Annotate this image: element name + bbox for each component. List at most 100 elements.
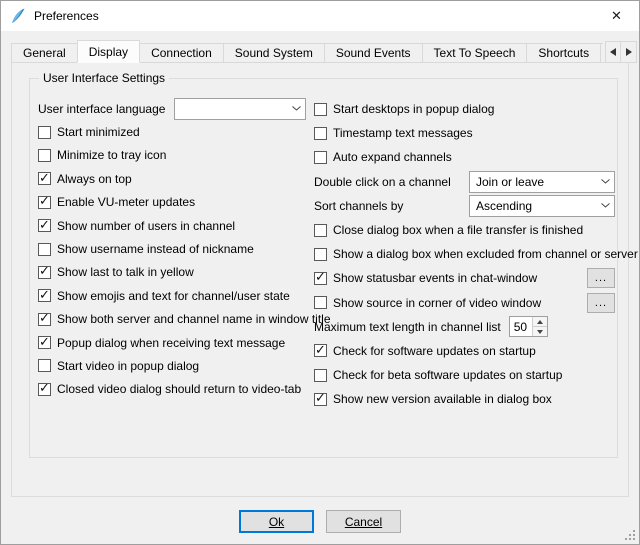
checkbox-label: Show source in corner of video window [333,296,541,310]
tab-label: Shortcuts [538,46,589,60]
checkbox-label: Always on top [57,172,132,186]
video-source-more-button[interactable]: ... [587,293,615,313]
checkbox-label: Show a dialog box when excluded from cha… [333,247,638,261]
arrow-down-icon [537,330,543,334]
tab-sound-events[interactable]: Sound Events [325,43,423,63]
tab-video[interactable]: Video [601,43,603,63]
checkbox-label: Show emojis and text for channel/user st… [57,289,290,303]
more-button-label: ... [595,297,607,309]
tab-scroll-right-button[interactable] [621,41,637,63]
max-text-length-spinner[interactable]: 50 [509,316,548,337]
tab-sound-system[interactable]: Sound System [224,43,325,63]
checkbox-box [38,196,51,209]
spin-up-button[interactable] [533,317,547,327]
statusbar-events-more-button[interactable]: ... [587,268,615,288]
checkbox-auto-expand-channels[interactable]: Auto expand channels [314,145,615,169]
checkbox-label: Closed video dialog should return to vid… [57,382,301,396]
chevron-down-icon [287,106,305,111]
checkbox-box [38,126,51,139]
tab-label: Connection [151,46,212,60]
checkbox-box [38,219,51,232]
close-button[interactable]: ✕ [594,1,639,31]
group-title: User Interface Settings [39,71,169,85]
tab-label: Display [89,45,128,59]
dialog-buttons: Ok Cancel [1,510,639,533]
checkbox-box [38,149,51,162]
tab-scroll-left-button[interactable] [605,41,621,63]
cancel-button[interactable]: Cancel [326,510,401,533]
checkbox-close-on-file-transfer[interactable]: Close dialog box when a file transfer is… [314,218,615,242]
sort-channels-value: Ascending [476,199,596,213]
checkbox-box [314,344,327,357]
tab-label: Text To Speech [434,46,516,60]
checkbox-always-on-top[interactable]: Always on top [38,167,306,190]
tab-text-to-speech[interactable]: Text To Speech [423,43,528,63]
checkbox-closed-video-return-tab[interactable]: Closed video dialog should return to vid… [38,378,306,401]
checkbox-box [314,393,327,406]
tab-bar: General Display Connection Sound System … [11,40,603,63]
checkbox-check-updates-startup[interactable]: Check for software updates on startup [314,339,615,363]
double-click-row: Double click on a channel Join or leave [314,170,615,194]
checkbox-box [38,289,51,302]
checkbox-box [314,127,327,140]
double-click-value: Join or leave [476,175,596,189]
tab-general[interactable]: General [11,43,78,63]
checkbox-video-source-corner[interactable]: Show source in corner of video window [314,296,541,310]
right-column: Start desktops in popup dialog Timestamp… [314,97,615,411]
resize-grip[interactable] [624,529,637,542]
double-click-combobox[interactable]: Join or leave [469,171,615,193]
checkbox-emojis-and-text[interactable]: Show emojis and text for channel/user st… [38,284,306,307]
chevron-down-icon [596,203,614,208]
titlebar: Preferences ✕ [1,1,639,31]
checkbox-label: Auto expand channels [333,150,452,164]
checkbox-start-minimized[interactable]: Start minimized [38,120,306,143]
checkbox-box [314,248,327,261]
checkbox-label: Start minimized [57,125,140,139]
max-text-length-value: 50 [510,317,532,336]
tab-shortcuts[interactable]: Shortcuts [527,43,601,63]
sort-channels-combobox[interactable]: Ascending [469,195,615,217]
double-click-label: Double click on a channel [314,175,451,189]
tab-display[interactable]: Display [77,40,140,63]
checkbox-box [38,313,51,326]
checkbox-server-channel-in-title[interactable]: Show both server and channel name in win… [38,308,306,331]
checkbox-label: Show number of users in channel [57,219,235,233]
checkbox-box [314,224,327,237]
checkbox-label: Show username instead of nickname [57,242,254,256]
checkbox-minimize-to-tray[interactable]: Minimize to tray icon [38,144,306,167]
checkbox-new-version-dialog[interactable]: Show new version available in dialog box [314,387,615,411]
checkbox-video-popup-dialog[interactable]: Start video in popup dialog [38,354,306,377]
tab-page-display: User Interface Settings User interface l… [11,62,629,497]
checkbox-box [314,296,327,309]
ok-button[interactable]: Ok [239,510,314,533]
checkbox-statusbar-events[interactable]: Show statusbar events in chat-window [314,271,537,285]
spin-down-button[interactable] [533,327,547,336]
checkbox-desktops-popup-dialog[interactable]: Start desktops in popup dialog [314,97,615,121]
checkbox-dialog-when-excluded[interactable]: Show a dialog box when excluded from cha… [314,242,615,266]
tab-connection[interactable]: Connection [140,43,224,63]
video-source-row: Show source in corner of video window ..… [314,291,615,315]
checkbox-timestamp-messages[interactable]: Timestamp text messages [314,121,615,145]
checkbox-check-beta-updates[interactable]: Check for beta software updates on start… [314,363,615,387]
more-button-label: ... [595,272,607,284]
tab-scroll-buttons [605,41,637,63]
checkbox-box [314,272,327,285]
checkbox-vu-meter-updates[interactable]: Enable VU-meter updates [38,191,306,214]
checkbox-label: Enable VU-meter updates [57,195,195,209]
checkbox-label: Show statusbar events in chat-window [333,271,537,285]
checkbox-popup-on-text-message[interactable]: Popup dialog when receiving text message [38,331,306,354]
checkbox-box [314,103,327,116]
checkbox-label: Check for beta software updates on start… [333,368,562,382]
language-label: User interface language [38,102,165,116]
left-column: User interface language Start minimized [38,97,306,401]
language-combobox[interactable] [174,98,306,120]
language-row: User interface language [38,97,306,120]
checkbox-username-instead-nickname[interactable]: Show username instead of nickname [38,237,306,260]
checkbox-label: Start desktops in popup dialog [333,102,494,116]
sort-channels-row: Sort channels by Ascending [314,194,615,218]
checkbox-box [38,172,51,185]
checkbox-show-user-count[interactable]: Show number of users in channel [38,214,306,237]
chevron-down-icon [596,179,614,184]
checkbox-box [38,243,51,256]
checkbox-last-to-talk-yellow[interactable]: Show last to talk in yellow [38,261,306,284]
